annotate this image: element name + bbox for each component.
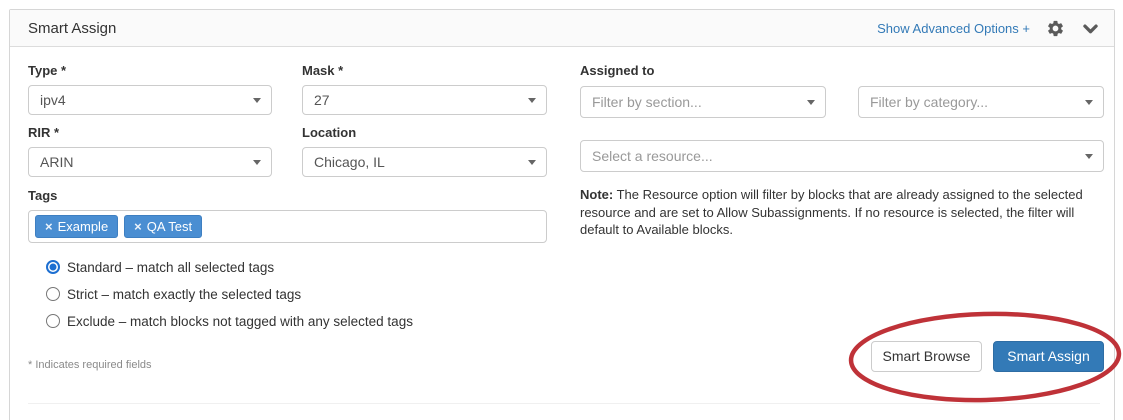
caret-down-icon: [807, 100, 815, 105]
chevron-down-icon[interactable]: [1081, 19, 1100, 38]
location-select-value: Chicago, IL: [314, 154, 385, 170]
panel-header-actions: Show Advanced Options +: [877, 10, 1100, 47]
tag-example[interactable]: × Example: [35, 215, 118, 238]
rir-label: RIR *: [28, 125, 59, 140]
type-label: Type *: [28, 63, 66, 78]
tags-label: Tags: [28, 188, 57, 203]
remove-tag-icon[interactable]: ×: [45, 219, 53, 234]
type-select[interactable]: ipv4: [28, 85, 272, 115]
smart-assign-button[interactable]: Smart Assign: [993, 341, 1104, 372]
tag-qa-test[interactable]: × QA Test: [124, 215, 202, 238]
resource-select-placeholder: Select a resource...: [592, 148, 713, 164]
footer-divider: [28, 403, 1100, 404]
required-fields-note: * Indicates required fields: [28, 359, 152, 371]
location-label: Location: [302, 125, 356, 140]
radio-button-icon[interactable]: [46, 260, 60, 274]
resource-select[interactable]: Select a resource...: [580, 140, 1104, 172]
note-body: The Resource option will filter by block…: [580, 187, 1083, 237]
caret-down-icon: [1085, 154, 1093, 159]
show-advanced-options-link[interactable]: Show Advanced Options +: [877, 21, 1030, 36]
panel-title: Smart Assign: [28, 10, 116, 47]
radio-standard-label: Standard – match all selected tags: [67, 260, 274, 275]
radio-strict[interactable]: Strict – match exactly the selected tags: [46, 286, 301, 302]
radio-standard[interactable]: Standard – match all selected tags: [46, 259, 274, 275]
radio-strict-label: Strict – match exactly the selected tags: [67, 287, 301, 302]
caret-down-icon: [528, 160, 536, 165]
caret-down-icon: [253, 160, 261, 165]
tag-label: QA Test: [147, 219, 192, 234]
radio-button-icon[interactable]: [46, 287, 60, 301]
smart-assign-panel: Smart Assign Show Advanced Options + Typ…: [9, 9, 1115, 420]
caret-down-icon: [528, 98, 536, 103]
radio-exclude-label: Exclude – match blocks not tagged with a…: [67, 314, 413, 329]
filter-category-placeholder: Filter by category...: [870, 94, 988, 110]
location-select[interactable]: Chicago, IL: [302, 147, 547, 177]
filter-section-select[interactable]: Filter by section...: [580, 86, 826, 118]
remove-tag-icon[interactable]: ×: [134, 219, 142, 234]
gear-icon[interactable]: [1046, 19, 1065, 38]
filter-section-placeholder: Filter by section...: [592, 94, 702, 110]
panel-header: Smart Assign Show Advanced Options +: [10, 10, 1114, 47]
mask-select-value: 27: [314, 92, 330, 108]
filter-category-select[interactable]: Filter by category...: [858, 86, 1104, 118]
mask-label: Mask *: [302, 63, 343, 78]
tags-input[interactable]: × Example × QA Test: [28, 210, 547, 243]
note-prefix: Note:: [580, 187, 613, 202]
mask-select[interactable]: 27: [302, 85, 547, 115]
tag-label: Example: [58, 219, 109, 234]
caret-down-icon: [253, 98, 261, 103]
rir-select[interactable]: ARIN: [28, 147, 272, 177]
resource-note: Note: The Resource option will filter by…: [580, 186, 1107, 239]
smart-browse-button[interactable]: Smart Browse: [871, 341, 982, 372]
caret-down-icon: [1085, 100, 1093, 105]
assigned-to-label: Assigned to: [580, 63, 654, 78]
radio-button-icon[interactable]: [46, 314, 60, 328]
page: Smart Assign Show Advanced Options + Typ…: [0, 0, 1123, 420]
type-select-value: ipv4: [40, 92, 66, 108]
rir-select-value: ARIN: [40, 154, 73, 170]
radio-exclude[interactable]: Exclude – match blocks not tagged with a…: [46, 313, 413, 329]
